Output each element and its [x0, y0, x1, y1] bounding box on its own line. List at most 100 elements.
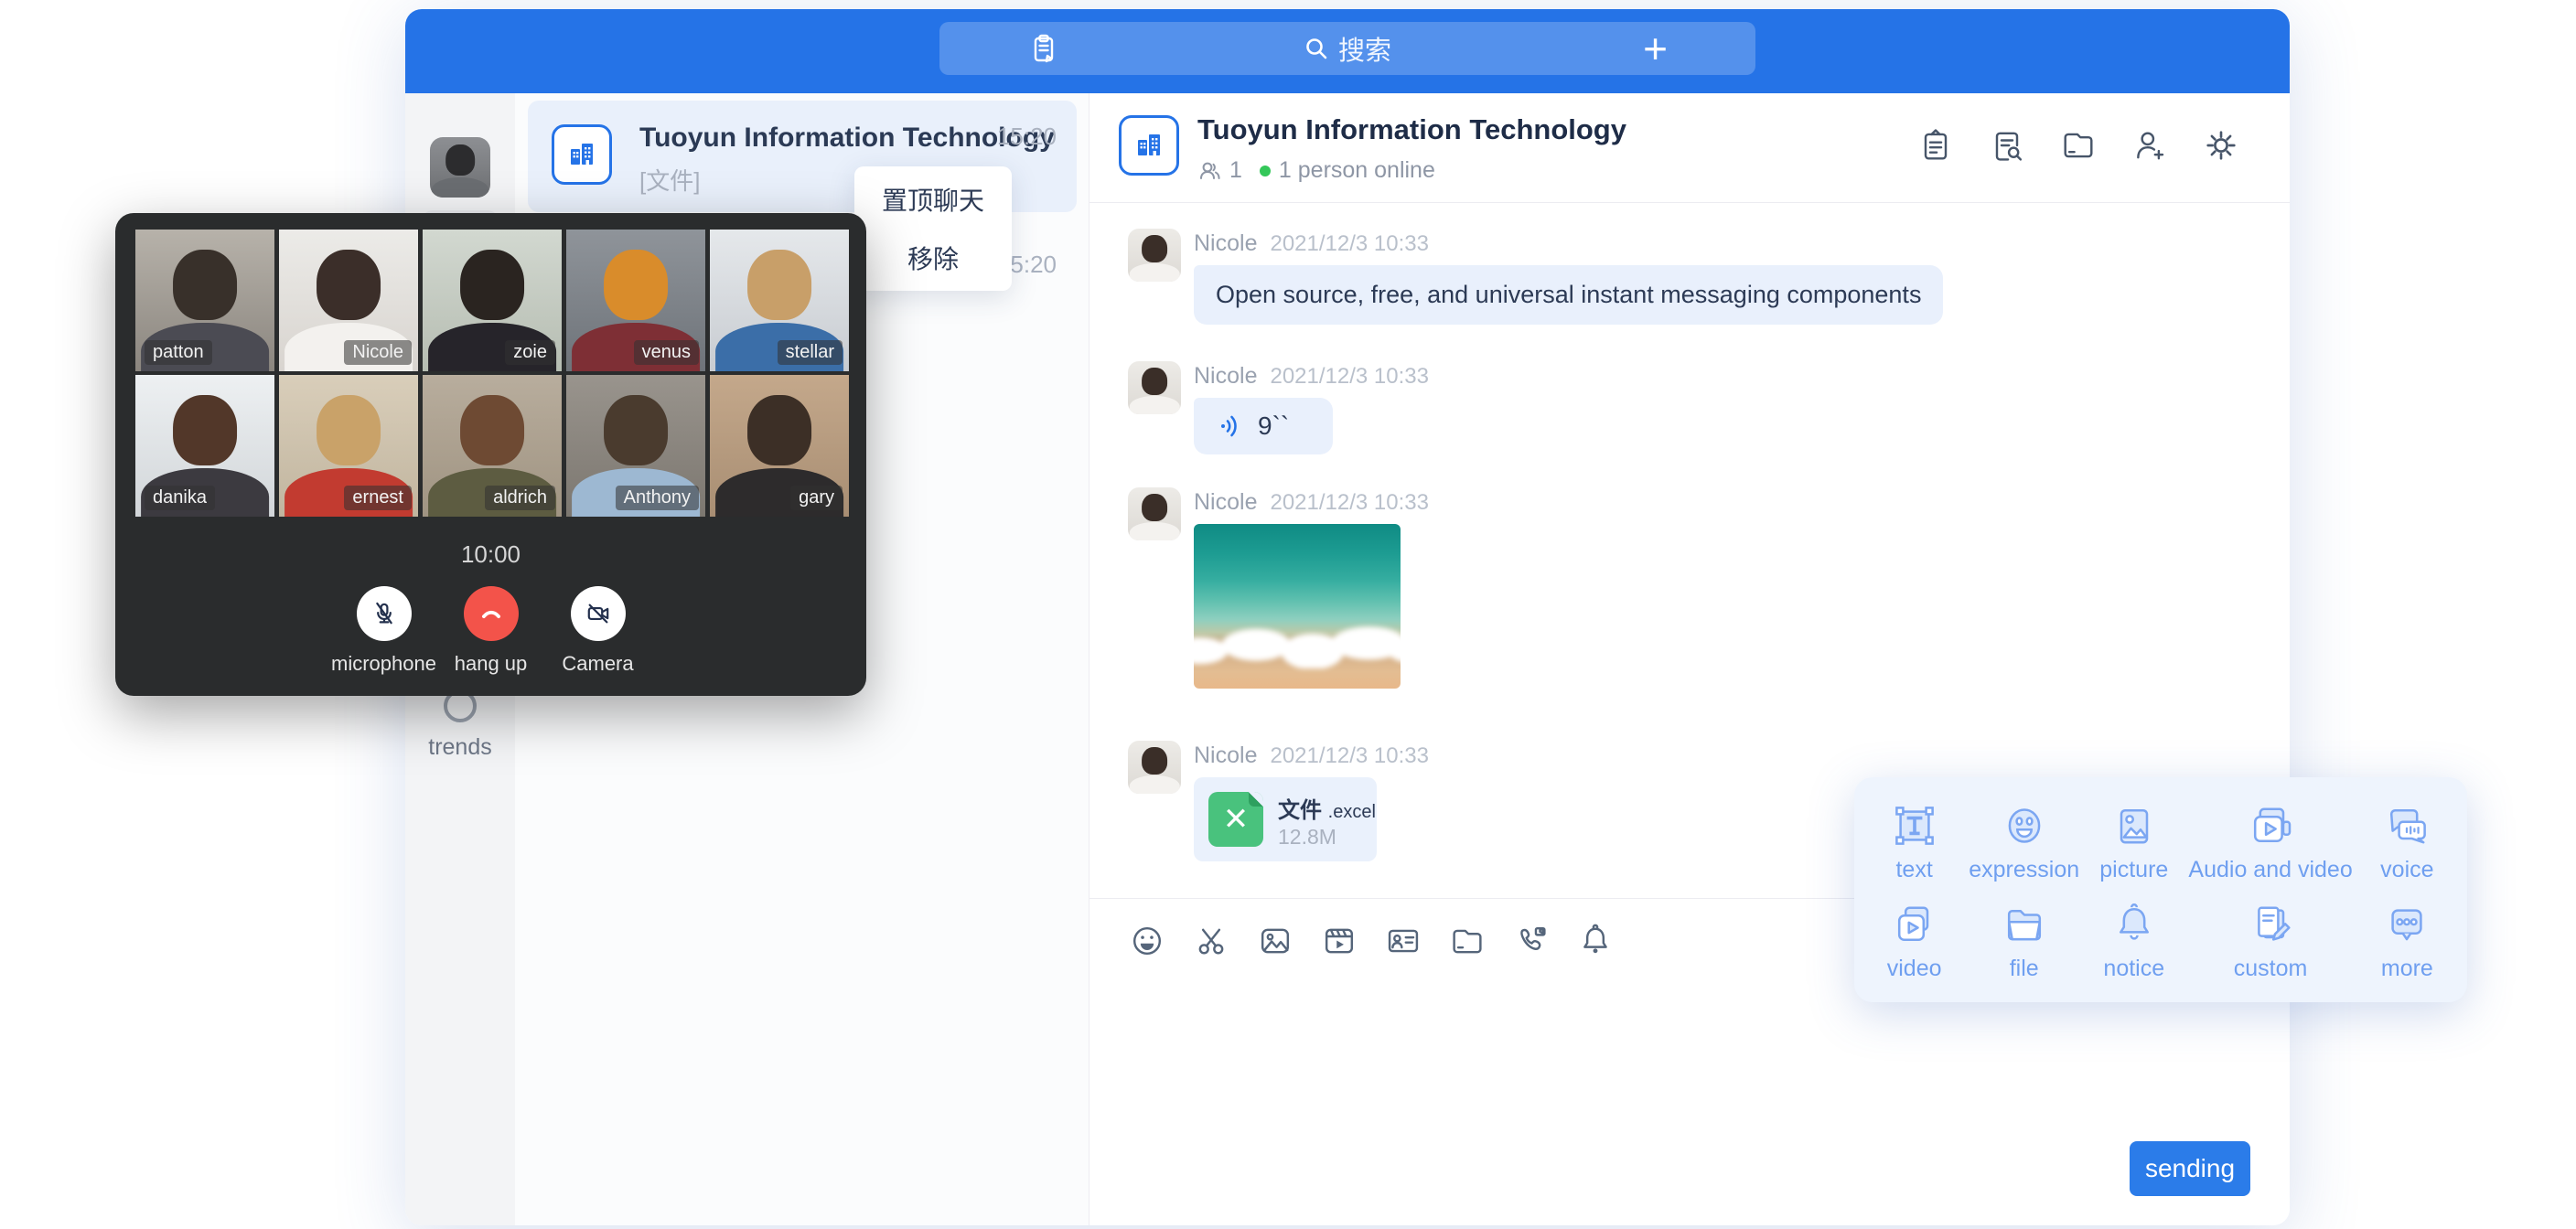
panel-item-audio-video[interactable]: Audio and video: [2188, 792, 2352, 891]
audio-video-icon: [2245, 800, 2296, 851]
avatar[interactable]: [1128, 741, 1181, 794]
participant-tile: patton: [135, 230, 274, 371]
message-time: 2021/12/3 10:33: [1270, 231, 1429, 256]
voice-duration: 9``: [1258, 411, 1289, 441]
chat-header: Tuoyun Information Technology 1 1 person…: [1089, 93, 2290, 203]
text-message-bubble[interactable]: Open source, free, and universal instant…: [1194, 265, 1943, 325]
control-label: hang up: [455, 652, 528, 676]
self-avatar[interactable]: [430, 137, 490, 198]
participant-tile: venus: [566, 230, 705, 371]
sender-name: Nicole: [1194, 743, 1257, 768]
panel-item-more[interactable]: more: [2353, 891, 2462, 989]
image-message[interactable]: [1194, 524, 1401, 689]
message-time: 2021/12/3 10:33: [1270, 490, 1429, 515]
chat-subtitle: 1 1 person online: [1197, 157, 1435, 184]
participant-tile: zoie: [423, 230, 562, 371]
panel-item-expression[interactable]: expression: [1969, 792, 2079, 891]
notification-icon[interactable]: [1576, 922, 1615, 960]
picture-icon: [2109, 800, 2160, 851]
panel-item-notice[interactable]: notice: [2079, 891, 2188, 989]
contact-card-icon[interactable]: [1384, 922, 1422, 960]
hang-up-icon[interactable]: [464, 586, 519, 641]
plus-icon[interactable]: +: [1643, 27, 1668, 69]
conversation-context-menu: 置顶聊天 移除: [854, 166, 1012, 291]
excel-file-icon: ✕: [1208, 792, 1263, 847]
send-button[interactable]: sending: [2130, 1141, 2250, 1196]
voice-icon: [2381, 800, 2432, 851]
message-meta: Nicole 2021/12/3 10:33: [1194, 363, 1429, 390]
participant-name: danika: [145, 486, 215, 510]
message-meta: Nicole 2021/12/3 10:33: [1194, 489, 1429, 516]
panel-item-video[interactable]: video: [1860, 891, 1969, 989]
avatar[interactable]: [1128, 487, 1181, 540]
message-time: 2021/12/3 10:33: [1270, 364, 1429, 389]
expression-icon: [1999, 800, 2050, 851]
notes-icon[interactable]: [1027, 32, 1060, 65]
search-placeholder: 搜索: [1338, 29, 1391, 68]
online-status: 1 person online: [1279, 157, 1435, 184]
online-dot: [1260, 166, 1271, 176]
participant-name: patton: [145, 340, 212, 365]
panel-item-text[interactable]: text: [1860, 792, 1969, 891]
panel-item-picture[interactable]: picture: [2079, 792, 2188, 891]
notice-icon: [2109, 899, 2160, 950]
desktop-background: 搜索 + trends: [0, 0, 2576, 1229]
control-label: microphone: [331, 652, 436, 676]
participant-tile: Nicole: [279, 230, 418, 371]
settings-icon[interactable]: [2200, 124, 2242, 166]
menu-item-remove[interactable]: 移除: [854, 229, 1012, 287]
group-avatar: [1119, 115, 1179, 176]
files-icon[interactable]: [2057, 124, 2099, 166]
message-meta: Nicole2021/12/3 10:33: [1194, 743, 1429, 769]
building-icon: [564, 136, 600, 173]
search-icon: [1304, 36, 1329, 61]
microphone-muted-icon[interactable]: [357, 586, 412, 641]
participant-name: aldrich: [485, 486, 555, 510]
picture-icon[interactable]: [1256, 922, 1294, 960]
panel-item-file[interactable]: file: [1969, 891, 2079, 989]
search-bar[interactable]: 搜索 +: [939, 22, 1755, 75]
emoji-icon[interactable]: [1128, 922, 1166, 960]
camera-off-icon[interactable]: [571, 586, 626, 641]
conversation-time: 15:20: [997, 123, 1057, 151]
scissors-icon[interactable]: [1192, 922, 1230, 960]
text-icon: [1889, 800, 1940, 851]
chat-history-icon[interactable]: [1986, 124, 2028, 166]
member-count: 1: [1229, 157, 1242, 184]
panel-item-voice[interactable]: voice: [2353, 792, 2462, 891]
video-clip-icon[interactable]: [1320, 922, 1358, 960]
participant-tile: Anthony: [566, 375, 705, 517]
announcement-icon[interactable]: [1915, 124, 1957, 166]
sender-name: Nicole: [1194, 489, 1257, 515]
panel-item-custom[interactable]: custom: [2188, 891, 2352, 989]
message-type-panel: text expression picture Audio: [1854, 777, 2467, 1002]
sender-name: Nicole: [1194, 363, 1257, 389]
video-call-icon[interactable]: [1512, 922, 1551, 960]
voice-wave-icon: [1218, 412, 1245, 440]
nav-item-trends[interactable]: trends: [405, 689, 515, 761]
voice-message-bubble[interactable]: 9``: [1194, 398, 1333, 454]
conversation-last-message: [文件]: [639, 163, 700, 197]
top-bar: 搜索 +: [405, 9, 2290, 93]
custom-icon: [2245, 899, 2296, 950]
message-meta: Nicole2021/12/3 10:33: [1194, 230, 1429, 257]
search-field[interactable]: 搜索: [1304, 29, 1391, 68]
participant-name: ernest: [344, 486, 412, 510]
file-icon: [1999, 899, 2050, 950]
building-icon: [1131, 127, 1167, 164]
folder-icon[interactable]: [1448, 922, 1487, 960]
participant-tile: gary: [710, 375, 849, 517]
conversation-title: Tuoyun Information Technology: [639, 123, 1055, 154]
avatar[interactable]: [1128, 229, 1181, 282]
participant-name: gary: [790, 486, 843, 510]
file-message-bubble[interactable]: ✕ 文件 .excel 12.8M: [1194, 777, 1377, 861]
group-avatar: [552, 124, 612, 185]
participant-tile: stellar: [710, 230, 849, 371]
participant-tile: ernest: [279, 375, 418, 517]
video-call-window: patton Nicole zoie venus stellar danika …: [115, 213, 866, 696]
participant-name: Anthony: [616, 486, 699, 510]
participant-name: Nicole: [344, 340, 412, 365]
menu-item-pin-chat[interactable]: 置顶聊天: [854, 170, 1012, 229]
avatar[interactable]: [1128, 361, 1181, 414]
add-member-icon[interactable]: [2129, 124, 2171, 166]
